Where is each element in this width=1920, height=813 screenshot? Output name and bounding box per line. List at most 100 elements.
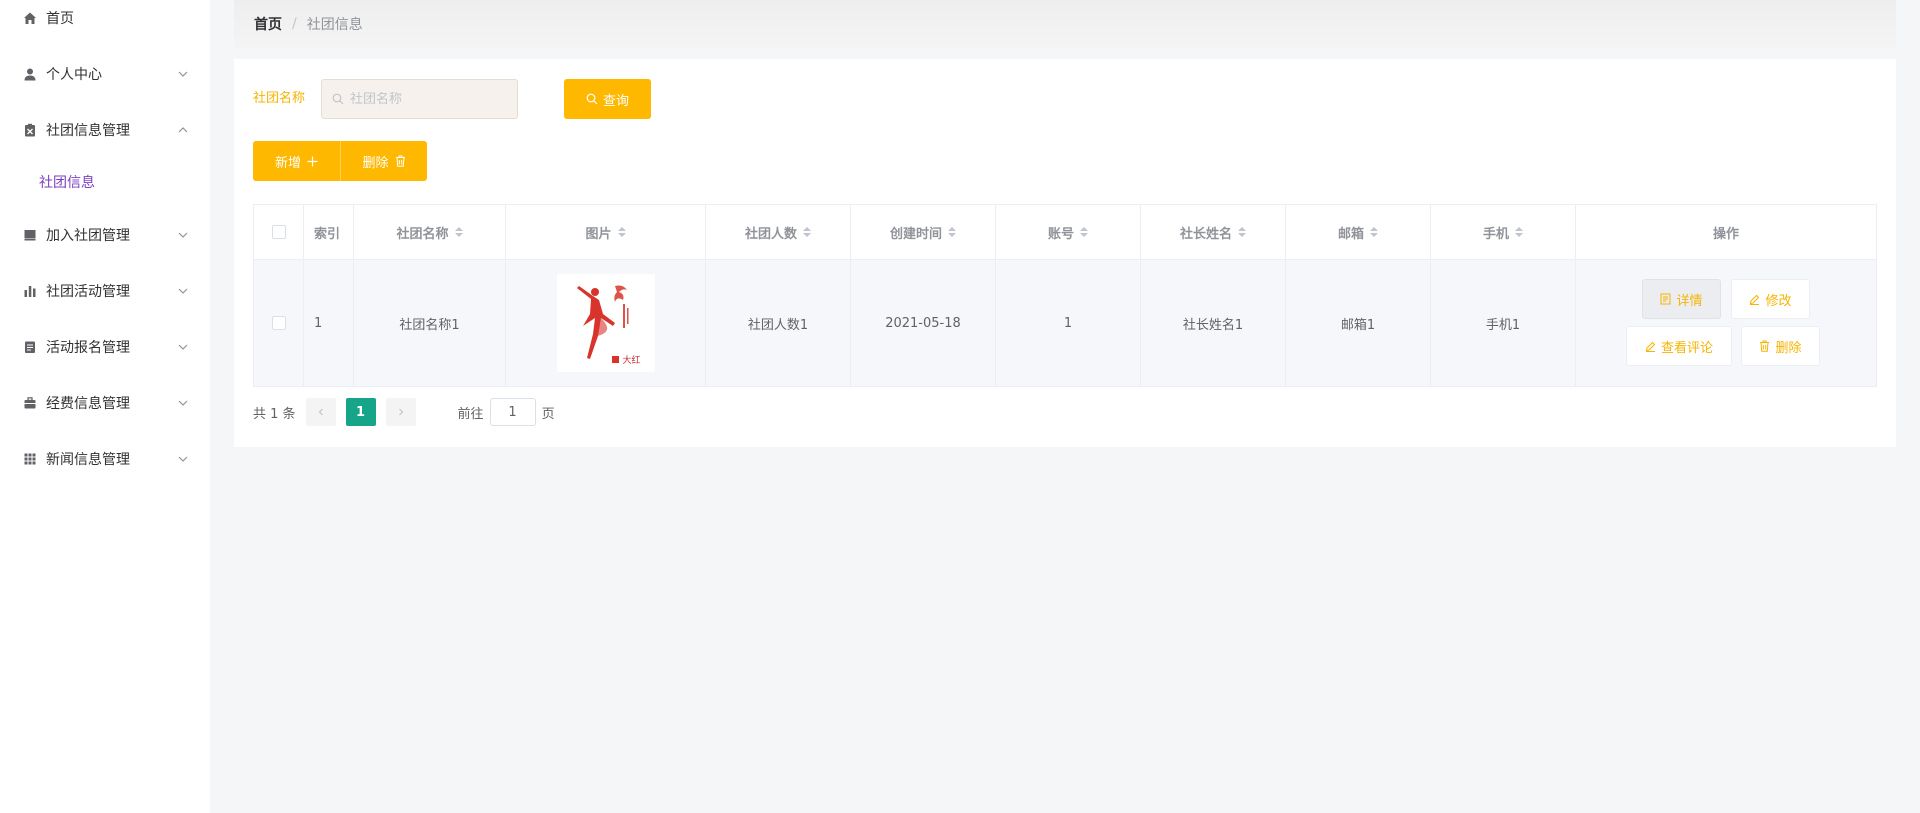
sidebar-subitem-club-info[interactable]: 社团信息 xyxy=(0,160,210,204)
header-label: 账号 xyxy=(1047,226,1074,242)
row-delete-button-label: 删除 xyxy=(1775,340,1802,356)
sidebar-item-label: 活动报名管理 xyxy=(46,340,130,356)
chevron-up-icon xyxy=(178,127,188,133)
row-delete-button[interactable]: 删除 xyxy=(1741,326,1820,366)
plus-icon xyxy=(307,156,318,166)
bar-chart-icon xyxy=(22,283,38,299)
image-tag-label: 大红 xyxy=(622,356,641,366)
header-label: 索引 xyxy=(314,226,341,242)
chevron-down-icon xyxy=(178,344,188,350)
search-input[interactable] xyxy=(350,91,510,107)
sidebar-item-news-info-management[interactable]: 新闻信息管理 xyxy=(0,431,210,487)
prev-page-button[interactable] xyxy=(305,398,336,426)
header-label: 社团人数 xyxy=(744,226,797,242)
sidebar-item-join-club-management[interactable]: 加入社团管理 xyxy=(0,207,210,263)
user-icon xyxy=(22,66,38,82)
cell-image: 大红 xyxy=(506,260,706,386)
sort-icon[interactable] xyxy=(1238,227,1246,237)
header-created-time[interactable]: 创建时间 xyxy=(851,205,996,259)
edit-icon xyxy=(1750,294,1760,305)
sidebar-item-label: 社团活动管理 xyxy=(46,284,130,300)
sidebar-item-label: 新闻信息管理 xyxy=(46,452,130,468)
sidebar-item-funding-info-management[interactable]: 经费信息管理 xyxy=(0,375,210,431)
sidebar-item-personal-center[interactable]: 个人中心 xyxy=(0,46,210,102)
cell-account: 1 xyxy=(996,260,1141,386)
header-email[interactable]: 邮箱 xyxy=(1286,205,1431,259)
sort-icon[interactable] xyxy=(454,227,463,237)
header-label: 图片 xyxy=(585,226,612,242)
clipboard-icon xyxy=(22,122,38,138)
main-panel: 社团名称 查询 新增 删除 索引 社团名称 图片 社团人数 创建时间 账号 社长… xyxy=(234,59,1896,447)
edit-button-label: 修改 xyxy=(1765,293,1792,309)
pagination: 共 1 条 1 前往 页 xyxy=(253,398,555,426)
header-label: 操作 xyxy=(1712,226,1739,242)
header-account[interactable]: 账号 xyxy=(996,205,1141,259)
search-label: 社团名称 xyxy=(253,91,306,106)
sidebar-subitem-label: 社团信息 xyxy=(39,175,95,191)
sort-icon[interactable] xyxy=(1370,227,1378,237)
breadcrumb: 首页 / 社团信息 xyxy=(234,0,1896,48)
view-comments-button-label: 查看评论 xyxy=(1660,340,1713,356)
header-image[interactable]: 图片 xyxy=(506,205,706,259)
sort-icon[interactable] xyxy=(803,227,811,237)
row-checkbox[interactable] xyxy=(271,316,286,330)
cell-phone: 手机1 xyxy=(1431,260,1576,386)
header-member-count[interactable]: 社团人数 xyxy=(706,205,851,259)
add-button-label: 新增 xyxy=(274,155,301,171)
chevron-left-icon xyxy=(318,408,323,416)
header-phone[interactable]: 手机 xyxy=(1431,205,1576,259)
query-button[interactable]: 查询 xyxy=(564,79,651,119)
search-icon xyxy=(586,93,598,105)
edit-button[interactable]: 修改 xyxy=(1731,279,1810,319)
club-image[interactable]: 大红 xyxy=(556,274,655,372)
row-select xyxy=(254,260,304,386)
next-page-button[interactable] xyxy=(385,398,416,426)
sidebar-item-label: 社团信息管理 xyxy=(46,123,130,139)
sort-icon[interactable] xyxy=(1080,227,1088,237)
data-table: 索引 社团名称 图片 社团人数 创建时间 账号 社长姓名 邮箱 手机 操作 1 … xyxy=(253,204,1877,387)
sort-icon[interactable] xyxy=(1515,227,1523,237)
home-icon xyxy=(22,10,38,26)
search-icon xyxy=(332,93,344,105)
header-label: 社团名称 xyxy=(396,226,449,242)
header-index: 索引 xyxy=(304,205,354,259)
sidebar-item-label: 加入社团管理 xyxy=(46,228,130,244)
image-tag: 大红 xyxy=(612,353,641,366)
detail-button[interactable]: 详情 xyxy=(1642,279,1721,319)
sidebar-item-club-info-management[interactable]: 社团信息管理 xyxy=(0,102,210,158)
header-president-name[interactable]: 社长姓名 xyxy=(1141,205,1286,259)
sort-icon[interactable] xyxy=(948,227,956,237)
sidebar-item-label: 个人中心 xyxy=(46,67,102,83)
table-header: 索引 社团名称 图片 社团人数 创建时间 账号 社长姓名 邮箱 手机 操作 xyxy=(254,205,1876,260)
briefcase-icon xyxy=(22,395,38,411)
document-icon xyxy=(22,339,38,355)
chevron-down-icon xyxy=(178,456,188,462)
chevron-down-icon xyxy=(178,71,188,77)
breadcrumb-home[interactable]: 首页 xyxy=(254,14,282,34)
goto-page-input[interactable] xyxy=(489,398,536,426)
header-club-name[interactable]: 社团名称 xyxy=(354,205,506,259)
batch-delete-button[interactable]: 删除 xyxy=(340,141,427,181)
sidebar-item-activity-signup-management[interactable]: 活动报名管理 xyxy=(0,319,210,375)
sidebar-item-club-activity-management[interactable]: 社团活动管理 xyxy=(0,263,210,319)
cell-index: 1 xyxy=(304,260,354,386)
row-actions: 详情 修改 查看评论 删除 xyxy=(1576,260,1876,386)
search-field[interactable] xyxy=(321,79,518,119)
breadcrumb-current: 社团信息 xyxy=(306,17,363,33)
header-label: 创建时间 xyxy=(889,226,942,242)
header-label: 邮箱 xyxy=(1337,226,1364,242)
select-all-checkbox[interactable] xyxy=(271,225,286,239)
sort-icon[interactable] xyxy=(617,227,626,237)
cell-created-time: 2021-05-18 xyxy=(851,260,996,386)
query-button-label: 查询 xyxy=(602,93,629,109)
breadcrumb-separator: / xyxy=(292,16,297,32)
add-button[interactable]: 新增 xyxy=(253,141,340,181)
sidebar-item-home[interactable]: 首页 xyxy=(0,0,210,46)
cell-club-name: 社团名称1 xyxy=(354,260,506,386)
page-number[interactable]: 1 xyxy=(345,398,376,426)
view-comments-button[interactable]: 查看评论 xyxy=(1626,326,1732,366)
cell-email: 邮箱1 xyxy=(1286,260,1431,386)
pagination-total: 共 1 条 xyxy=(253,406,296,422)
chevron-right-icon xyxy=(398,408,403,416)
sidebar-item-label: 首页 xyxy=(46,11,74,27)
